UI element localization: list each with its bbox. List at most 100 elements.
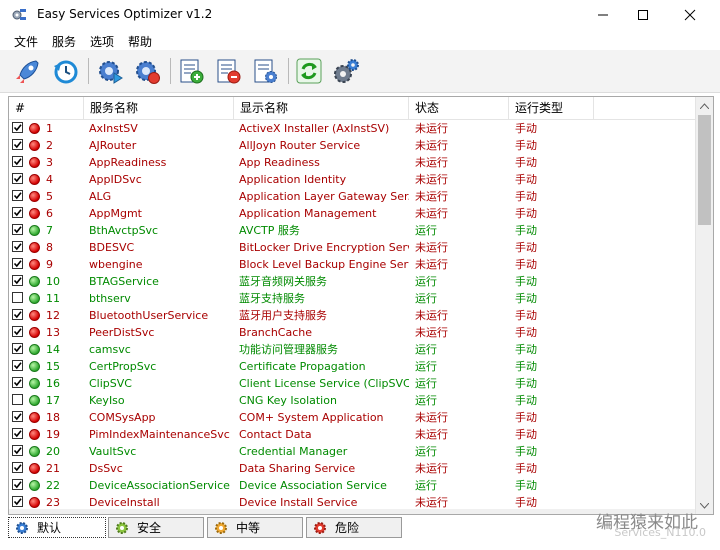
row-checkbox[interactable] — [12, 207, 23, 218]
scroll-up-arrow-icon[interactable] — [696, 97, 713, 114]
running-status-icon — [29, 446, 40, 457]
table-row[interactable]: 6 AppMgmt Application Management 未运行 手动 — [9, 205, 695, 222]
row-checkbox[interactable] — [12, 292, 23, 303]
row-service-name: BluetoothUserService — [89, 309, 209, 322]
row-checkbox[interactable] — [12, 309, 23, 320]
table-row[interactable]: 10 BTAGService 蓝牙音频网关服务 运行 手动 — [9, 273, 695, 290]
row-checkbox[interactable] — [12, 224, 23, 235]
row-number: 9 — [46, 258, 53, 271]
table-row[interactable]: 11 bthserv 蓝牙支持服务 运行 手动 — [9, 290, 695, 307]
row-checkbox[interactable] — [12, 173, 23, 184]
row-start-type: 手动 — [515, 360, 537, 373]
row-checkbox[interactable] — [12, 411, 23, 422]
row-checkbox[interactable] — [12, 428, 23, 439]
row-number: 6 — [46, 207, 53, 220]
row-number: 3 — [46, 156, 53, 169]
column-service-name[interactable]: 服务名称 — [84, 97, 234, 119]
close-button[interactable] — [667, 0, 713, 30]
running-status-icon — [29, 293, 40, 304]
table-row[interactable]: 12 BluetoothUserService 蓝牙用户支持服务 未运行 手动 — [9, 307, 695, 324]
start-service-button[interactable] — [94, 55, 126, 87]
refresh-button[interactable] — [293, 55, 325, 87]
row-checkbox[interactable] — [12, 377, 23, 388]
tab-medium[interactable]: 中等 — [207, 517, 303, 538]
check-icon — [13, 379, 22, 387]
table-row[interactable]: 4 AppIDSvc Application Identity 未运行 手动 — [9, 171, 695, 188]
table-row[interactable]: 8 BDESVC BitLocker Drive Encryption Servic… — [9, 239, 695, 256]
row-number: 4 — [46, 173, 53, 186]
remove-list-button[interactable] — [212, 55, 244, 87]
table-row[interactable]: 1 AxInstSV ActiveX Installer (AxInstSV) 未运行… — [9, 120, 695, 137]
table-row[interactable]: 16 ClipSVC Client License Service (ClipSVC… — [9, 375, 695, 392]
table-row[interactable]: 5 ALG Application Layer Gateway Ser... 未运行 手… — [9, 188, 695, 205]
row-checkbox[interactable] — [12, 496, 23, 507]
vertical-scrollbar[interactable] — [695, 97, 713, 514]
table-row[interactable]: 9 wbengine Block Level Backup Engine Servi… — [9, 256, 695, 273]
menu-help[interactable]: 帮助 — [128, 33, 152, 50]
row-checkbox[interactable] — [12, 156, 23, 167]
row-start-type: 手动 — [515, 343, 537, 356]
scroll-thumb[interactable] — [698, 115, 711, 225]
settings-button[interactable] — [330, 55, 362, 87]
column-status[interactable]: 状态 — [409, 97, 509, 119]
table-row[interactable]: 20 VaultSvc Credential Manager 运行 手动 — [9, 443, 695, 460]
table-row[interactable]: 21 DsSvc Data Sharing Service 未运行 手动 — [9, 460, 695, 477]
edit-list-button[interactable] — [249, 55, 281, 87]
add-list-button[interactable] — [175, 55, 207, 87]
tab-safe[interactable]: 安全 — [108, 517, 204, 538]
row-checkbox[interactable] — [12, 479, 23, 490]
column-start-type[interactable]: 运行类型 — [509, 97, 594, 119]
row-number: 17 — [46, 394, 60, 407]
row-checkbox[interactable] — [12, 258, 23, 269]
tab-default[interactable]: 默认 — [8, 517, 106, 538]
row-checkbox[interactable] — [12, 445, 23, 456]
services-list[interactable]: # 服务名称 显示名称 状态 运行类型 1 AxInstSV ActiveX Ins… — [8, 96, 714, 515]
optimize-button[interactable] — [12, 55, 44, 87]
row-display-name: Client License Service (ClipSVC) — [239, 377, 409, 390]
tab-danger[interactable]: 危险 — [306, 517, 402, 538]
row-checkbox[interactable] — [12, 343, 23, 354]
tab-default-label: 默认 — [37, 521, 62, 535]
table-row[interactable]: 18 COMSysApp COM+ System Application 未运行 手动 — [9, 409, 695, 426]
row-checkbox[interactable] — [12, 326, 23, 337]
restore-clock-icon — [54, 60, 78, 84]
window-title: Easy Services Optimizer v1.2 — [37, 7, 213, 21]
row-status: 运行 — [415, 292, 437, 305]
row-start-type: 手动 — [515, 122, 537, 135]
row-display-name: COM+ System Application — [239, 411, 384, 424]
row-status: 未运行 — [415, 122, 448, 135]
row-checkbox[interactable] — [12, 275, 23, 286]
stop-service-button[interactable] — [131, 55, 163, 87]
table-row[interactable]: 13 PeerDistSvc BranchCache 未运行 手动 — [9, 324, 695, 341]
row-checkbox[interactable] — [12, 462, 23, 473]
horizontal-scrollbar[interactable] — [9, 509, 695, 514]
row-number: 16 — [46, 377, 60, 390]
table-row[interactable]: 3 AppReadiness App Readiness 未运行 手动 — [9, 154, 695, 171]
column-number[interactable]: # — [9, 97, 84, 119]
row-service-name: BDESVC — [89, 241, 135, 254]
column-display-name[interactable]: 显示名称 — [234, 97, 409, 119]
row-checkbox[interactable] — [12, 139, 23, 150]
row-checkbox[interactable] — [12, 122, 23, 133]
row-service-name: CertPropSvc — [89, 360, 157, 373]
menu-options[interactable]: 选项 — [90, 33, 114, 50]
row-checkbox[interactable] — [12, 190, 23, 201]
maximize-button[interactable] — [620, 0, 666, 30]
row-start-type: 手动 — [515, 275, 537, 288]
table-row[interactable]: 15 CertPropSvc Certificate Propagation 运行 手动 — [9, 358, 695, 375]
scroll-down-arrow-icon[interactable] — [696, 497, 713, 514]
tab-medium-label: 中等 — [236, 521, 261, 535]
menu-service[interactable]: 服务 — [52, 33, 76, 50]
table-row[interactable]: 14 camsvc 功能访问管理器服务 运行 手动 — [9, 341, 695, 358]
table-row[interactable]: 19 PimIndexMaintenanceSvc Contact Data 未运行 手… — [9, 426, 695, 443]
row-status: 运行 — [415, 275, 437, 288]
row-checkbox[interactable] — [12, 394, 23, 405]
row-checkbox[interactable] — [12, 360, 23, 371]
row-checkbox[interactable] — [12, 241, 23, 252]
menu-file[interactable]: 文件 — [14, 33, 38, 50]
table-row[interactable]: 2 AJRouter AllJoyn Router Service 未运行 手动 — [9, 137, 695, 154]
restore-button[interactable] — [49, 55, 81, 87]
table-row[interactable]: 22 DeviceAssociationService Device Associa… — [9, 477, 695, 494]
table-row[interactable]: 7 BthAvctpSvc AVCTP 服务 运行 手动 — [9, 222, 695, 239]
table-row[interactable]: 17 KeyIso CNG Key Isolation 运行 手动 — [9, 392, 695, 409]
